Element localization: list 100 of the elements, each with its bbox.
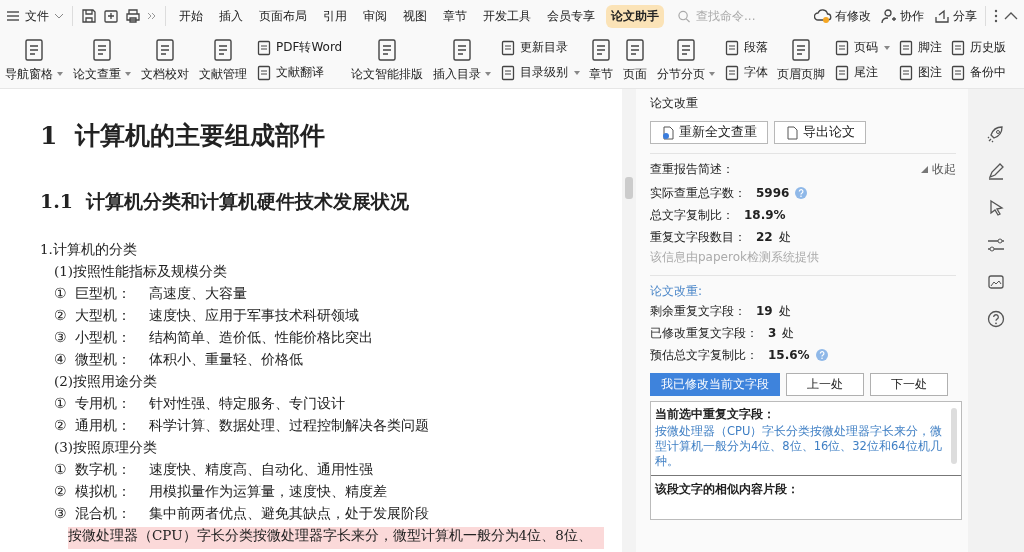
ribbon-tab[interactable]: 视图 bbox=[398, 4, 432, 28]
ribbon-button[interactable]: 脚注 bbox=[898, 39, 943, 56]
toolbar-button[interactable]: 协作 bbox=[881, 7, 924, 25]
ribbon-tab[interactable]: 会员专享 bbox=[542, 4, 600, 28]
stat-label: 预估总文字复制比： bbox=[650, 346, 758, 364]
ribbon-button[interactable]: 章节 bbox=[588, 35, 615, 85]
collapse-icon[interactable] bbox=[1004, 12, 1018, 20]
ribbon-tab[interactable]: 审阅 bbox=[358, 4, 392, 28]
ribbon-button[interactable]: 图注 bbox=[898, 64, 943, 81]
document-icon bbox=[724, 39, 741, 56]
rocket-icon[interactable] bbox=[987, 125, 1005, 143]
file-menu[interactable]: 文件 bbox=[6, 7, 64, 25]
search-icon bbox=[678, 9, 690, 23]
stat-value: 5996 bbox=[756, 186, 790, 200]
ribbon-button[interactable]: 导航窗格 bbox=[4, 35, 64, 85]
caret-icon bbox=[485, 72, 492, 76]
document-text: 针对性强、特定服务、专门设计 bbox=[149, 395, 345, 413]
list-marker: ④ bbox=[54, 351, 67, 369]
ribbon-button[interactable]: 论文智能排版 bbox=[350, 35, 425, 85]
image-edit-icon[interactable] bbox=[987, 273, 1005, 291]
toolbar-button[interactable]: 有修改 bbox=[814, 7, 871, 25]
save-icon[interactable] bbox=[81, 8, 97, 24]
ribbon-button[interactable]: 插入目录 bbox=[432, 35, 493, 85]
panel-button[interactable]: 导出论文 bbox=[774, 121, 866, 144]
pointer-icon[interactable] bbox=[987, 199, 1005, 217]
box-heading: 当前选中重复文字段： bbox=[655, 407, 776, 422]
ribbon-button[interactable]: 文献管理 bbox=[198, 35, 248, 85]
document-icon bbox=[22, 37, 46, 62]
ribbon-button[interactable]: 尾注 bbox=[834, 64, 891, 81]
document-text: 体积小、重量轻、价格低 bbox=[149, 351, 303, 369]
stat-value: 3 bbox=[768, 326, 777, 340]
help-icon[interactable] bbox=[987, 310, 1005, 328]
panel-title: 论文改重 bbox=[650, 95, 699, 112]
ribbon-tab[interactable]: 开始 bbox=[174, 4, 208, 28]
document-icon bbox=[724, 64, 741, 81]
ribbon-button[interactable]: 文档校对 bbox=[140, 35, 190, 85]
caret-icon bbox=[125, 72, 131, 76]
ribbon-button[interactable]: 目录级别 bbox=[500, 64, 581, 81]
triangle-icon bbox=[921, 166, 929, 173]
section-label: 论文改重: bbox=[650, 283, 704, 300]
ribbon-tab[interactable]: 引用 bbox=[318, 4, 352, 28]
ribbon-tab[interactable]: 章节 bbox=[438, 4, 472, 28]
panel-button[interactable]: 重新全文查重 bbox=[650, 121, 768, 144]
cloud-icon bbox=[814, 8, 832, 24]
highlighted-text: 按微处理器（CPU）字长分类按微处理器字长来分，微型计算机一般分为4位、8位、 bbox=[68, 527, 604, 549]
document-text: 高速度、大容量 bbox=[149, 285, 247, 303]
ribbon-button[interactable]: 历史版 bbox=[950, 39, 1007, 56]
sliders-icon[interactable] bbox=[987, 236, 1005, 254]
ribbon-button[interactable]: 分节分页 bbox=[656, 35, 717, 85]
print-icon[interactable] bbox=[125, 8, 141, 24]
ribbon-button[interactable]: 字体 bbox=[724, 64, 769, 81]
ribbon-button[interactable]: 页码 bbox=[834, 39, 891, 56]
list-marker: ② bbox=[54, 483, 67, 501]
document-text: (2)按照用途分类 bbox=[53, 373, 159, 391]
pen-icon[interactable] bbox=[987, 162, 1005, 180]
ribbon-button[interactable]: 备份中 bbox=[950, 64, 1007, 81]
ribbon-tab[interactable]: 页面布局 bbox=[254, 4, 312, 28]
ribbon-tab[interactable]: 论文助手 bbox=[606, 4, 664, 28]
ribbon-button[interactable]: PDF转Word bbox=[256, 39, 343, 56]
stat-unit: 处 bbox=[782, 324, 795, 342]
item-label: 专用机： bbox=[75, 395, 131, 413]
export-icon[interactable] bbox=[103, 8, 119, 24]
ribbon-tab[interactable]: 开发工具 bbox=[478, 4, 536, 28]
stat-label: 总文字复制比： bbox=[650, 206, 734, 224]
stat-label: 实际查重总字数： bbox=[650, 184, 746, 202]
document-icon bbox=[211, 37, 235, 62]
panel-button[interactable]: 我已修改当前文字段 bbox=[650, 373, 780, 396]
panel-button[interactable]: 上一处 bbox=[786, 373, 864, 396]
document-icon bbox=[898, 39, 915, 56]
ribbon-button[interactable]: 页眉页脚 bbox=[776, 35, 827, 85]
document-text: 速度快、精度高、自动化、通用性强 bbox=[149, 461, 373, 479]
search-field[interactable]: 查找命令... bbox=[678, 8, 788, 24]
more-chevrons-icon[interactable] bbox=[147, 11, 157, 21]
item-label: 微型机： bbox=[75, 351, 131, 369]
ribbon-button[interactable]: 论文查重 bbox=[72, 35, 132, 85]
scrollbar[interactable] bbox=[622, 89, 636, 552]
item-label: 小型机： bbox=[75, 329, 131, 347]
document-text: 集中前两者优点、避免其缺点，处于发展阶段 bbox=[149, 505, 429, 523]
stat-label: 已修改重复文字段： bbox=[650, 324, 758, 342]
stat-unit: 处 bbox=[778, 302, 791, 320]
ribbon-button[interactable]: 段落 bbox=[724, 39, 769, 56]
stat-value: 18.9% bbox=[744, 208, 786, 222]
share-icon bbox=[934, 8, 950, 24]
menu-icon bbox=[6, 10, 20, 22]
document-icon bbox=[256, 64, 272, 81]
list-marker: ③ bbox=[54, 505, 67, 523]
more-icon[interactable] bbox=[994, 9, 998, 23]
document-text: 结构简单、造价低、性能价格比突出 bbox=[149, 329, 373, 347]
document-heading: 1.1 计算机分类和计算机硬件技术发展状况 bbox=[40, 189, 411, 214]
ribbon-tab[interactable]: 插入 bbox=[214, 4, 248, 28]
list-marker: ① bbox=[54, 285, 67, 303]
ribbon-button[interactable]: 页面 bbox=[622, 35, 649, 85]
panel-button[interactable]: 下一处 bbox=[870, 373, 948, 396]
ribbon-button[interactable]: 更新目录 bbox=[500, 39, 581, 56]
item-label: 模拟机： bbox=[75, 483, 131, 501]
ribbon-button[interactable]: 文献翻译 bbox=[256, 64, 343, 81]
toolbar-button[interactable]: 分享 bbox=[934, 7, 977, 25]
source-note: 该信息由paperok检测系统提供 bbox=[650, 249, 820, 266]
list-marker: ② bbox=[54, 417, 67, 435]
collapse-link[interactable]: 收起 bbox=[921, 161, 956, 178]
